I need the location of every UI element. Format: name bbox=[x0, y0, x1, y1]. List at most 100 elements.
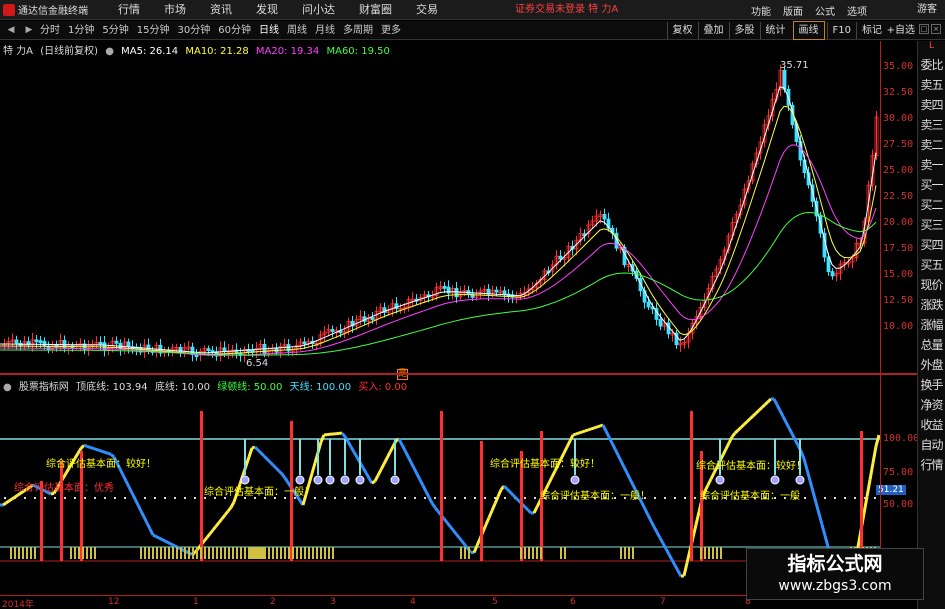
signal-dot bbox=[570, 475, 580, 485]
volume-tick bbox=[204, 547, 206, 559]
side-sell4[interactable]: 卖四 bbox=[918, 95, 945, 115]
mid-dot bbox=[534, 497, 536, 499]
app-logo: 通达信金融终端 bbox=[0, 0, 106, 20]
volume-tick bbox=[236, 547, 238, 559]
period-multi[interactable]: 多周期 bbox=[339, 21, 377, 40]
side-outer[interactable]: 外盘 bbox=[918, 355, 945, 375]
side-buy1[interactable]: 买一 bbox=[918, 175, 945, 195]
settings-icon[interactable]: ● bbox=[105, 46, 114, 57]
tool-adjust[interactable]: 复权 bbox=[666, 22, 698, 39]
side-sell5[interactable]: 卖五 bbox=[918, 75, 945, 95]
indicator-curve-segment bbox=[709, 472, 716, 480]
tool-f10[interactable]: F10 bbox=[826, 22, 856, 39]
side-committee-ratio[interactable]: 委比 bbox=[918, 55, 945, 75]
indicator-curve-segment bbox=[274, 466, 281, 473]
indicator-curve-segment bbox=[578, 430, 583, 435]
indicator-curve-segment bbox=[505, 487, 512, 494]
tool-overlay[interactable]: 叠加 bbox=[697, 22, 729, 39]
period-daily[interactable]: 日线 bbox=[255, 21, 283, 40]
mid-dot bbox=[844, 497, 846, 499]
side-volume[interactable]: 总量 bbox=[918, 335, 945, 355]
kline-chart-pane[interactable]: 特 力A (日线前复权) ● MA5: 26.14 MA10: 21.28 MA… bbox=[0, 41, 880, 380]
indicator-curve-segment bbox=[280, 473, 287, 479]
indicator-curve-segment bbox=[793, 438, 800, 447]
indicator-curve-segment bbox=[145, 522, 152, 530]
back-arrow-icon[interactable]: ◀ bbox=[4, 24, 18, 36]
menu-ask[interactable]: 问小达 bbox=[290, 0, 347, 20]
ma60-line bbox=[0, 211, 877, 356]
indicator-curve-segment bbox=[155, 535, 160, 540]
tool-draw[interactable]: 画线 bbox=[792, 21, 825, 40]
side-change[interactable]: 涨跌 bbox=[918, 295, 945, 315]
menu-layout[interactable]: 版面 bbox=[777, 3, 809, 18]
period-15min[interactable]: 15分钟 bbox=[133, 21, 174, 40]
indicator-curve-segment bbox=[649, 520, 656, 528]
menu-options[interactable]: 选项 bbox=[841, 3, 873, 18]
volume-tick bbox=[464, 547, 466, 559]
side-buy2[interactable]: 买二 bbox=[918, 195, 945, 215]
side-buy3[interactable]: 买三 bbox=[918, 215, 945, 235]
indicator-curve-segment bbox=[604, 430, 611, 438]
ma20-value: MA20: 19.34 bbox=[255, 46, 320, 57]
side-net-assets[interactable]: 净资 bbox=[918, 395, 945, 415]
indicator-curve-segment bbox=[817, 513, 824, 526]
menu-quotes[interactable]: 行情 bbox=[106, 0, 152, 20]
forward-arrow-icon[interactable]: ▶ bbox=[22, 24, 36, 36]
period-more[interactable]: 更多 bbox=[377, 21, 405, 40]
candle-body bbox=[126, 341, 131, 347]
indicator-curve-segment bbox=[121, 474, 128, 482]
menu-function[interactable]: 功能 bbox=[745, 3, 777, 18]
side-price[interactable]: 现价 bbox=[918, 275, 945, 295]
indicator-settings-icon[interactable]: ● bbox=[3, 382, 12, 393]
period-30min[interactable]: 30分钟 bbox=[173, 21, 214, 40]
period-60min[interactable]: 60分钟 bbox=[214, 21, 255, 40]
period-monthly[interactable]: 月线 bbox=[311, 21, 339, 40]
side-panel-top[interactable]: L bbox=[918, 41, 945, 55]
menu-market[interactable]: 市场 bbox=[152, 0, 198, 20]
kline-chart[interactable] bbox=[0, 41, 880, 373]
restore-icon[interactable]: □ bbox=[919, 24, 929, 34]
period-intraday[interactable]: 分时 bbox=[36, 21, 64, 40]
close-icon[interactable]: × bbox=[931, 24, 941, 34]
side-buy5[interactable]: 买五 bbox=[918, 255, 945, 275]
side-sell1[interactable]: 卖一 bbox=[918, 155, 945, 175]
period-5min[interactable]: 5分钟 bbox=[98, 21, 132, 40]
menu-news[interactable]: 资讯 bbox=[198, 0, 244, 20]
indicator-curve-segment bbox=[781, 415, 788, 423]
indicator-name[interactable]: 股票指标网 bbox=[19, 382, 69, 393]
side-quote[interactable]: 行情 bbox=[918, 455, 945, 475]
menu-wealth[interactable]: 财富圈 bbox=[347, 0, 404, 20]
volume-tick bbox=[164, 547, 166, 559]
mid-dot bbox=[464, 497, 466, 499]
volume-tick bbox=[254, 547, 256, 559]
indicator-curve-segment bbox=[400, 444, 407, 452]
menu-trade[interactable]: 交易 bbox=[404, 0, 450, 20]
tool-multi-stock[interactable]: 多股 bbox=[728, 22, 760, 39]
side-auto[interactable]: 自动 bbox=[918, 435, 945, 455]
menu-formula[interactable]: 公式 bbox=[809, 3, 841, 18]
eval-label-2: 综合评估基本面：优秀 bbox=[14, 483, 114, 494]
add-watchlist-button[interactable]: +自选 bbox=[887, 21, 915, 40]
volume-tick bbox=[524, 547, 526, 559]
indicator-curve-segment bbox=[361, 466, 368, 474]
side-change-pct[interactable]: 涨幅 bbox=[918, 315, 945, 335]
candle-body bbox=[34, 339, 39, 343]
period-1min[interactable]: 1分钟 bbox=[64, 21, 98, 40]
price-axis: 35.00 32.50 30.00 27.50 25.00 22.50 20.00 17.50… bbox=[880, 41, 917, 373]
menu-discover[interactable]: 发现 bbox=[244, 0, 290, 20]
tool-mark[interactable]: 标记 bbox=[856, 22, 887, 39]
side-sell2[interactable]: 卖二 bbox=[918, 135, 945, 155]
mid-dot bbox=[4, 497, 6, 499]
volume-tick bbox=[160, 547, 162, 559]
side-earnings[interactable]: 收益 bbox=[918, 415, 945, 435]
indicator-curve-segment bbox=[142, 516, 149, 524]
indicator-curve-segment bbox=[430, 502, 437, 509]
side-turnover[interactable]: 换手 bbox=[918, 375, 945, 395]
indicator-curve-segment bbox=[223, 510, 230, 516]
period-weekly[interactable]: 周线 bbox=[283, 21, 311, 40]
side-buy4[interactable]: 买四 bbox=[918, 235, 945, 255]
login-status[interactable]: 证券交易未登录 特 力A bbox=[515, 0, 618, 20]
guest-button[interactable]: 游客 bbox=[917, 0, 937, 20]
side-sell3[interactable]: 卖三 bbox=[918, 115, 945, 135]
tool-stats[interactable]: 统计 bbox=[759, 22, 791, 39]
